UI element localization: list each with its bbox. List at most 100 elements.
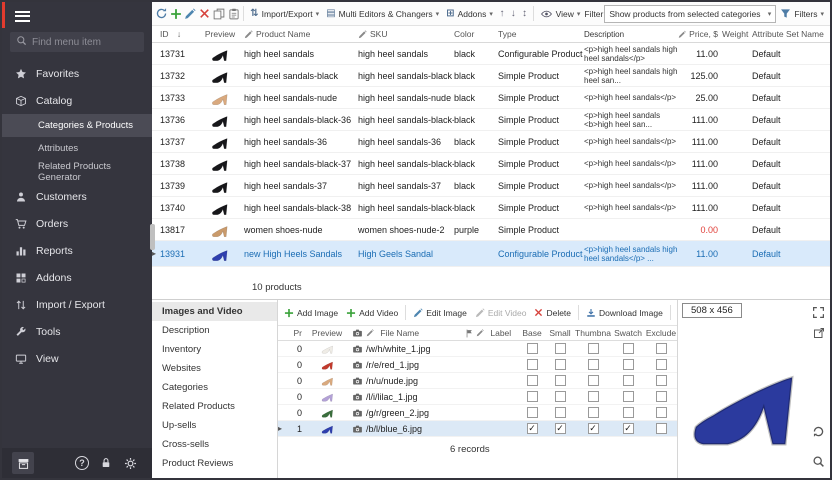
product-row-selected[interactable]: ▸13931new High Heels SandalsHigh Geels S…	[152, 241, 830, 267]
filters-button[interactable]: Filters▾	[777, 6, 827, 21]
tab-up-sells[interactable]: Up-sells	[152, 416, 277, 435]
sidebar-item-related-products-generator[interactable]: Related Products Generator	[2, 160, 152, 183]
exclude-checkbox[interactable]	[656, 407, 667, 418]
sort-descending-icon[interactable]: ↓	[508, 8, 518, 19]
column-header-file-name[interactable]: File Name	[366, 328, 462, 338]
view-button[interactable]: View▾	[537, 6, 584, 22]
base-checkbox[interactable]	[527, 359, 538, 370]
tab-websites[interactable]: Websites	[152, 359, 277, 378]
edit-video-button[interactable]: Edit Video	[472, 306, 530, 320]
sort-toggle-icon[interactable]: ↕	[519, 8, 529, 19]
small-checkbox[interactable]	[555, 375, 566, 386]
column-header-swatch[interactable]: Swatch	[612, 328, 644, 338]
delete-image-button[interactable]: Delete	[531, 306, 574, 320]
product-row[interactable]: 13740high heel sandals-black-38high heel…	[152, 197, 830, 219]
tab-description[interactable]: Description	[152, 321, 277, 340]
column-header-attribute-set[interactable]: Attribute Set Name	[750, 29, 830, 39]
multi-editors-button[interactable]: ▤Multi Editors & Changers▾	[323, 6, 442, 21]
product-row[interactable]: 13736high heel sandals-black-36high heel…	[152, 109, 830, 131]
swatch-checkbox[interactable]	[623, 359, 634, 370]
flag-column-icon[interactable]	[462, 329, 476, 338]
tab-inventory[interactable]: Inventory	[152, 340, 277, 359]
import-export-button[interactable]: ⇅Import/Export▾	[247, 6, 322, 21]
column-header-price[interactable]: Price, $	[678, 29, 722, 39]
column-header-weight[interactable]: Weight	[722, 29, 750, 39]
thumbnail-checkbox[interactable]: ✓	[588, 423, 599, 434]
small-checkbox[interactable]	[555, 391, 566, 402]
image-row-selected[interactable]: ▸1/b/l/blue_6.jpg✓✓✓✓	[278, 421, 677, 437]
tab-cross-sells[interactable]: Cross-sells	[152, 435, 277, 454]
product-row[interactable]: 13817women shoes-nudewomen shoes-nude-2p…	[152, 219, 830, 241]
edit-product-icon[interactable]	[184, 5, 197, 23]
exclude-checkbox[interactable]	[656, 343, 667, 354]
fullscreen-icon[interactable]	[810, 304, 827, 321]
base-checkbox[interactable]	[527, 391, 538, 402]
thumbnail-checkbox[interactable]	[588, 343, 599, 354]
thumbnail-checkbox[interactable]	[588, 359, 599, 370]
base-checkbox[interactable]	[527, 407, 538, 418]
clipboard-icon[interactable]	[227, 5, 240, 23]
open-external-icon[interactable]	[810, 324, 827, 341]
column-header-base[interactable]: Base	[518, 328, 546, 338]
download-image-button[interactable]: Download Image	[583, 306, 666, 320]
sidebar-item-import-export[interactable]: Import / Export	[2, 291, 152, 318]
column-header-image-preview[interactable]: Preview	[306, 328, 348, 338]
exclude-checkbox[interactable]	[656, 423, 667, 434]
column-header-label[interactable]: Label	[476, 328, 518, 338]
column-header-type[interactable]: Type	[498, 29, 584, 39]
small-checkbox[interactable]: ✓	[555, 423, 566, 434]
lock-icon[interactable]	[94, 452, 118, 474]
column-header-priority[interactable]: Pr	[286, 328, 306, 338]
add-video-button[interactable]: Add Video	[343, 306, 401, 320]
sidebar-item-reports[interactable]: Reports	[2, 237, 152, 264]
tab-images-and-video[interactable]: Images and Video	[152, 302, 277, 321]
product-row[interactable]: 13732high heel sandals-blackhigh heel sa…	[152, 65, 830, 87]
sidebar-item-favorites[interactable]: Favorites	[2, 60, 152, 87]
column-header-thumbnail[interactable]: Thumbna	[574, 328, 612, 338]
store-icon[interactable]	[12, 452, 34, 474]
delete-product-icon[interactable]	[198, 5, 211, 23]
swatch-checkbox[interactable]: ✓	[623, 423, 634, 434]
product-row[interactable]: 13737high heel sandals-36high heel sanda…	[152, 131, 830, 153]
refresh-icon[interactable]	[155, 5, 168, 23]
thumbnail-checkbox[interactable]	[588, 391, 599, 402]
column-header-preview[interactable]: Preview	[196, 29, 244, 39]
camera-column-icon[interactable]	[348, 328, 366, 338]
column-header-small[interactable]: Small	[546, 328, 574, 338]
sidebar-item-addons[interactable]: Addons	[2, 264, 152, 291]
product-row[interactable]: 13733high heel sandals-nudehigh heel san…	[152, 87, 830, 109]
addons-button[interactable]: ⊞Addons▾	[443, 6, 496, 21]
sidebar-item-attributes[interactable]: Attributes	[2, 137, 152, 160]
product-row[interactable]: 13738high heel sandals-black-37high heel…	[152, 153, 830, 175]
column-header-name[interactable]: Product Name	[244, 29, 358, 39]
column-header-exclude[interactable]: Exclude	[644, 328, 678, 338]
column-header-color[interactable]: Color	[454, 29, 498, 39]
small-checkbox[interactable]	[555, 407, 566, 418]
exclude-checkbox[interactable]	[656, 359, 667, 370]
base-checkbox[interactable]	[527, 375, 538, 386]
small-checkbox[interactable]	[555, 343, 566, 354]
panel-splitter-handle[interactable]	[150, 224, 155, 250]
image-row[interactable]: 0/r/e/red_1.jpg	[278, 357, 677, 373]
copy-icon[interactable]	[213, 5, 226, 23]
category-filter-select[interactable]: Show products from selected categories▾	[604, 5, 776, 23]
image-row[interactable]: 0/g/r/green_2.jpg	[278, 405, 677, 421]
sidebar-item-view[interactable]: View	[2, 345, 152, 372]
sidebar-item-categories-products[interactable]: Categories & Products	[2, 114, 152, 137]
image-row[interactable]: 0/w/h/white_1.jpg	[278, 341, 677, 357]
add-product-icon[interactable]	[169, 5, 182, 23]
column-header-id[interactable]: ID ↓	[160, 29, 196, 39]
sort-ascending-icon[interactable]: ↑	[497, 8, 507, 19]
sidebar-item-orders[interactable]: Orders	[2, 210, 152, 237]
product-row[interactable]: 13739high heel sandals-37high heel sanda…	[152, 175, 830, 197]
sidebar-item-customers[interactable]: Customers	[2, 183, 152, 210]
column-header-description[interactable]: Description	[584, 30, 678, 39]
swatch-checkbox[interactable]	[623, 343, 634, 354]
rotate-icon[interactable]	[810, 423, 827, 440]
menu-search-input[interactable]	[32, 37, 138, 48]
product-row[interactable]: 13731high heel sandalshigh heel sandalsb…	[152, 43, 830, 65]
tab-product-reviews[interactable]: Product Reviews	[152, 454, 277, 473]
swatch-checkbox[interactable]	[623, 375, 634, 386]
tab-categories[interactable]: Categories	[152, 378, 277, 397]
thumbnail-checkbox[interactable]	[588, 407, 599, 418]
